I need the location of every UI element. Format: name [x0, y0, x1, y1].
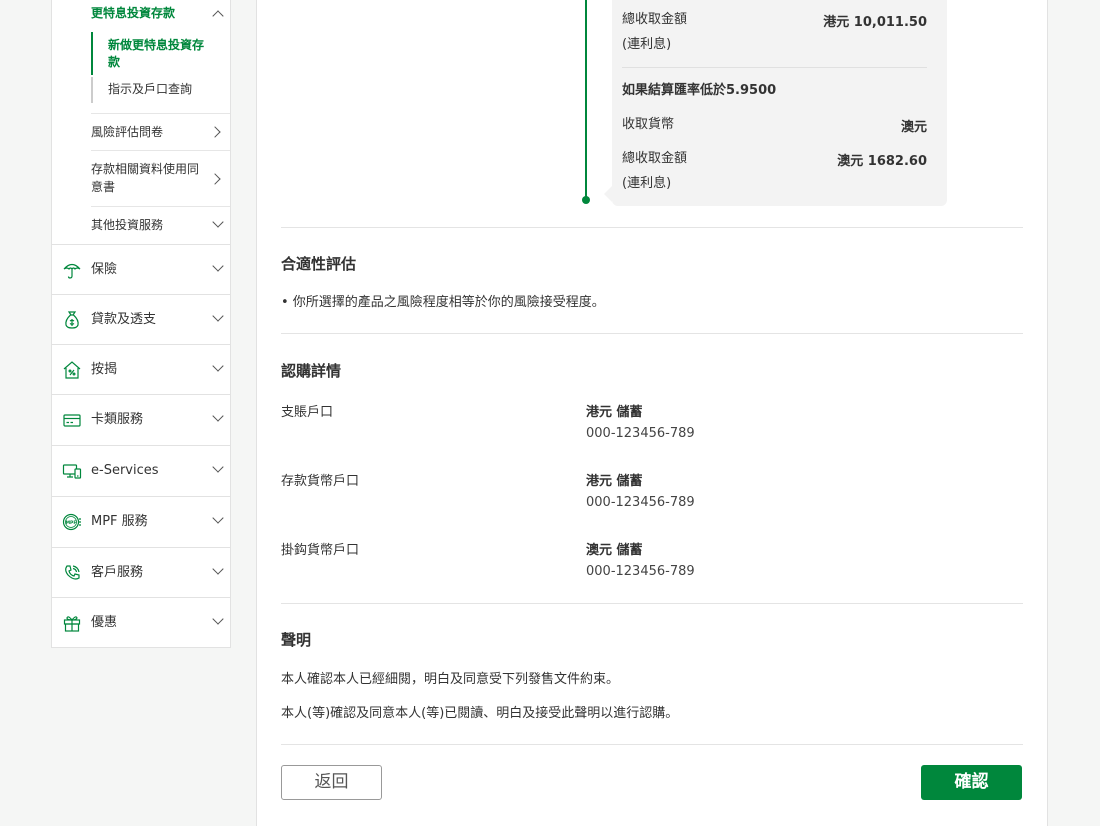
submenu-risk-questionnaire[interactable]: 風險評估問卷 [91, 113, 230, 151]
total-amount-value-2: 澳元 1682.60 [837, 154, 927, 169]
currency-value: 澳元 [900, 120, 927, 135]
total-amount-value-1: 港元 10,011.50 [823, 15, 927, 30]
chevron-down-icon [212, 563, 224, 575]
declaration-line-1: 本人確認本人已經細閱，明白及同意受下列發售文件約束。 [281, 672, 620, 687]
submenu-title-investment-deposit[interactable]: 更特息投資存款 [91, 0, 230, 28]
chevron-right-icon [209, 126, 221, 138]
svg-text:MPF: MPF [66, 520, 77, 526]
sidebar-item-customer-service[interactable]: 客戶服務 [52, 547, 230, 597]
consent-label: 存款相關資料使用同意書 [91, 162, 200, 194]
currency-label: 收取貨幣 [622, 117, 675, 132]
timeline-dot [582, 196, 590, 204]
submenu-other-investment[interactable]: 其他投資服務 [91, 207, 230, 244]
declaration-heading: 聲明 [281, 631, 312, 649]
linked-currency-account-number: 000-123456-789 [586, 564, 695, 579]
suitability-heading: 合適性評估 [281, 255, 357, 273]
sidebar-item-label: 保險 [91, 262, 118, 277]
umbrella-icon [63, 263, 81, 279]
total-amount-label-1: 總收取金額 [622, 12, 688, 27]
leaf-new-label: 新做更特息投資存款 [108, 38, 205, 69]
sidebar-item-label: MPF 服務 [91, 514, 148, 529]
chevron-down-icon [212, 410, 224, 422]
chevron-down-icon [212, 260, 224, 272]
chevron-up-icon [212, 10, 224, 22]
sidebar-item-offers[interactable]: 優惠 [52, 597, 230, 647]
sidebar-nav: 更特息投資存款 新做更特息投資存款 指示及戶口查詢 風險評估問卷 存款相關資料使… [51, 0, 231, 648]
mpf-icon: MPF [62, 513, 81, 531]
debit-account-number: 000-123456-789 [586, 426, 695, 441]
chevron-down-icon [212, 461, 224, 473]
settlement-scenario-box: 總收取金額 (連利息) 港元 10,011.50 如果結算匯率低於5.9500 … [604, 0, 947, 206]
risk-questionnaire-label: 風險評估問卷 [91, 125, 164, 139]
card-icon [63, 414, 81, 427]
total-amount-label-2: 總收取金額 [622, 151, 688, 166]
sidebar-item-insurance[interactable]: 保險 [52, 244, 230, 294]
total-amount-sub-2: (連利息) [622, 176, 672, 191]
chevron-down-icon [212, 310, 224, 322]
section-divider [281, 744, 1023, 745]
chevron-down-icon [212, 613, 224, 625]
condition-text: 如果結算匯率低於5.9500 [622, 83, 777, 98]
devices-icon [62, 464, 82, 479]
deposit-currency-account-number: 000-123456-789 [586, 495, 695, 510]
timeline-line [585, 0, 587, 200]
sidebar-item-label: 卡類服務 [91, 412, 144, 427]
chevron-right-icon [209, 173, 221, 185]
sidebar-item-label: e-Services [91, 463, 159, 478]
sidebar-item-mpf[interactable]: MPF MPF 服務 [52, 496, 230, 546]
subscription-heading: 認購詳情 [281, 362, 342, 380]
sidebar-item-cards[interactable]: 卡類服務 [52, 394, 230, 444]
section-divider [281, 227, 1023, 228]
sidebar-item-loans[interactable]: 貸款及透支 [52, 294, 230, 344]
sidebar-item-label: 優惠 [91, 615, 118, 630]
total-amount-sub-1: (連利息) [622, 37, 672, 52]
sidebar-item-mortgage[interactable]: 按揭 [52, 344, 230, 394]
sidebar-item-label: 按揭 [91, 362, 118, 377]
linked-currency-account-type: 澳元 儲蓄 [586, 543, 643, 558]
debit-account-label: 支賬戶口 [281, 405, 334, 420]
sidebar-item-eservices[interactable]: e-Services [52, 445, 230, 495]
deposit-currency-account-type: 港元 儲蓄 [586, 474, 643, 489]
debit-account-type: 港元 儲蓄 [586, 405, 643, 420]
sidebar-item-label: 貸款及透支 [91, 312, 157, 327]
section-divider [281, 333, 1023, 334]
leaf-instruction-query[interactable]: 指示及戶口查詢 [91, 77, 230, 103]
house-percent-icon [63, 361, 81, 379]
declaration-line-2: 本人(等)確認及同意本人(等)已閱讀、明白及接受此聲明以進行認購。 [281, 706, 679, 721]
confirm-button[interactable]: 確認 [921, 765, 1022, 800]
money-bag-icon [65, 311, 79, 329]
deposit-currency-account-label: 存款貨幣戶口 [281, 474, 360, 489]
gift-icon [63, 616, 81, 632]
chevron-down-icon [212, 512, 224, 524]
other-services-label: 其他投資服務 [91, 218, 164, 232]
suitability-text: • 你所選擇的產品之風險程度相等於你的風險接受程度。 [281, 295, 605, 310]
sidebar-item-label: 客戶服務 [91, 565, 144, 580]
main-panel: 總收取金額 (連利息) 港元 10,011.50 如果結算匯率低於5.9500 … [256, 0, 1048, 826]
back-button[interactable]: 返回 [281, 765, 382, 800]
leaf-new-investment-deposit[interactable]: 新做更特息投資存款 [91, 32, 230, 75]
leaf-query-label: 指示及戶口查詢 [108, 82, 193, 96]
linked-currency-account-label: 掛鈎貨幣戶口 [281, 543, 360, 558]
phone-hand-icon [65, 565, 80, 580]
submenu-title-label: 更特息投資存款 [91, 6, 176, 20]
chevron-down-icon [212, 216, 224, 228]
divider [622, 67, 927, 68]
submenu-consent[interactable]: 存款相關資料使用同意書 [91, 151, 230, 207]
chevron-down-icon [212, 360, 224, 372]
section-divider [281, 603, 1023, 604]
